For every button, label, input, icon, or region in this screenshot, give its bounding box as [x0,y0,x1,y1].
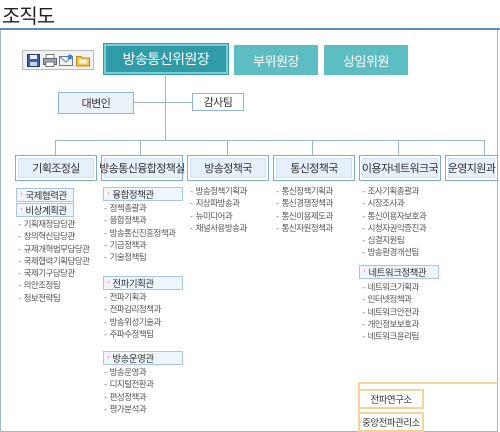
list-item[interactable]: 인터넷정책과 [362,294,419,306]
unit-list: 전파기획과 전파감리정책과 방송위성기술과 주파수정책팀 [104,292,162,341]
connector-line [484,140,485,155]
chairman-box[interactable]: 방송통신위원장 [103,43,229,75]
list-item[interactable]: 통신정책기획과 [276,186,334,198]
unit-list: 방송정책기획과 지상파방송과 뉴미디어과 채널사용방송과 [190,186,248,235]
dept-operations-support[interactable]: 운영지원과 [445,155,498,181]
agency-central-radio[interactable]: 중앙전파관리소 [358,412,424,432]
list-item[interactable]: 방송위성기술과 [104,317,162,329]
list-item[interactable]: 심결지원팀 [362,235,426,247]
connector-line [55,140,484,141]
dept-planning-coordination[interactable]: 기획조정실 [15,155,97,181]
group-label[interactable]: · 전파기획관 [103,276,183,290]
list-item[interactable]: 네트워크안전과 [362,307,420,319]
unit-list: 방송운영과 디지털전환과 편성정책과 평가분석과 [104,367,154,416]
unit-list: 네트워크기획과 인터넷정책과 네트워크안전과 개인정보보호과 네트워크윤리팀 [362,282,420,343]
dept-convergence-policy[interactable]: 방송통신융합정책실 [99,155,185,181]
list-item[interactable]: 창의혁신담당관 [18,231,89,243]
toolbar [22,50,94,70]
list-item[interactable]: 네트워크윤리팀 [362,331,420,343]
group-label[interactable]: · 네트워크정책관 [359,265,439,279]
list-item[interactable]: 전파기획과 [104,292,161,304]
list-item[interactable]: 정책총괄과 [104,203,175,215]
unit-list: 조사기획총괄과 시장조사과 통신이용자보호과 시청자권익증진과 심결지원팀 방송… [362,186,427,260]
dept-telecom-policy[interactable]: 통신정책국 [273,155,355,181]
connector-line [134,102,192,103]
list-item[interactable]: 지상파방송과 [190,198,247,210]
connector-line [55,140,56,155]
list-item[interactable]: 네트워크기획과 [362,282,420,294]
list-item[interactable]: 방송운영과 [104,367,154,379]
list-item[interactable]: 통신자원정책과 [276,223,334,235]
connector-line [227,140,228,155]
group-label[interactable]: · 방송운영관 [103,351,183,365]
print-icon[interactable] [42,53,57,67]
list-item[interactable]: 개인정보보호과 [362,319,420,331]
list-item[interactable]: 평가분석과 [104,404,154,416]
connector-line [398,140,399,155]
connector-line [312,140,313,155]
list-item[interactable]: 국제협력기획담당관 [18,256,90,268]
list-item[interactable]: 국제기구담당관 [18,268,89,280]
vice-chairman-box[interactable]: 부위원장 [234,45,318,75]
spokesperson-box[interactable]: 대변인 [58,92,134,114]
list-item[interactable]: 통신경쟁정책과 [276,198,334,210]
list-item[interactable]: 방송환경개선팀 [362,247,426,259]
email-icon[interactable] [59,53,74,67]
list-item[interactable]: 뉴미디어과 [190,211,247,223]
list-item[interactable]: 전파감리정책과 [104,304,162,316]
unit-list: 기획재정담당관 창의혁신담당관 규제개혁법무담당관 국제협력기획담당관 국제기구… [18,219,90,305]
folder-icon[interactable] [75,53,90,67]
save-icon[interactable] [26,53,40,67]
list-item[interactable]: 통신이용자보호과 [362,211,427,223]
list-item[interactable]: 규제개혁법무담당관 [18,244,90,256]
list-item[interactable]: 통신이용제도과 [276,211,334,223]
unit-list: 통신정책기획과 통신경쟁정책과 통신이용제도과 통신자원정책과 [276,186,334,235]
page-title: 조직도 [2,4,55,28]
list-item[interactable]: 기술정책팀 [104,252,175,264]
list-item[interactable]: 시장조사과 [362,198,426,210]
list-item[interactable]: 의안조정팀 [18,280,89,292]
list-item[interactable]: 주파수정책팀 [104,329,161,341]
list-item[interactable]: 기획재정담당관 [18,219,89,231]
unit-list: 정책총괄과 융합정책과 방송통신진흥정책과 기금정책과 기술정책팀 [104,203,176,264]
list-item[interactable]: 정보전략팀 [18,293,89,305]
list-item[interactable]: 조사기획총괄과 [362,186,426,198]
audit-team-box[interactable]: 감사팀 [192,93,244,111]
commissioner-box[interactable]: 상임위원 [324,45,408,75]
list-item[interactable]: 융합정책과 [104,215,175,227]
group-label[interactable]: · 융합정책관 [103,187,183,201]
agency-radio-research[interactable]: 전파연구소 [358,389,424,409]
list-item[interactable]: 시청자권익증진과 [362,223,427,235]
group-label[interactable]: · 국제협력관 [16,188,74,202]
list-item[interactable]: 방송정책기획과 [190,186,248,198]
list-item[interactable]: 방송통신진흥정책과 [104,228,176,240]
dept-broadcasting-policy[interactable]: 방송정책국 [187,155,269,181]
connector-line [165,76,166,140]
list-item[interactable]: 디지털전환과 [104,379,154,391]
list-item[interactable]: 편성정책과 [104,392,154,404]
list-item[interactable]: 기금정책과 [104,240,175,252]
connector-line [140,140,141,155]
group-label[interactable]: · 비상계획관 [16,203,74,217]
list-item[interactable]: 채널사용방송과 [190,223,248,235]
dept-user-network[interactable]: 이용자네트워크국 [359,155,441,181]
